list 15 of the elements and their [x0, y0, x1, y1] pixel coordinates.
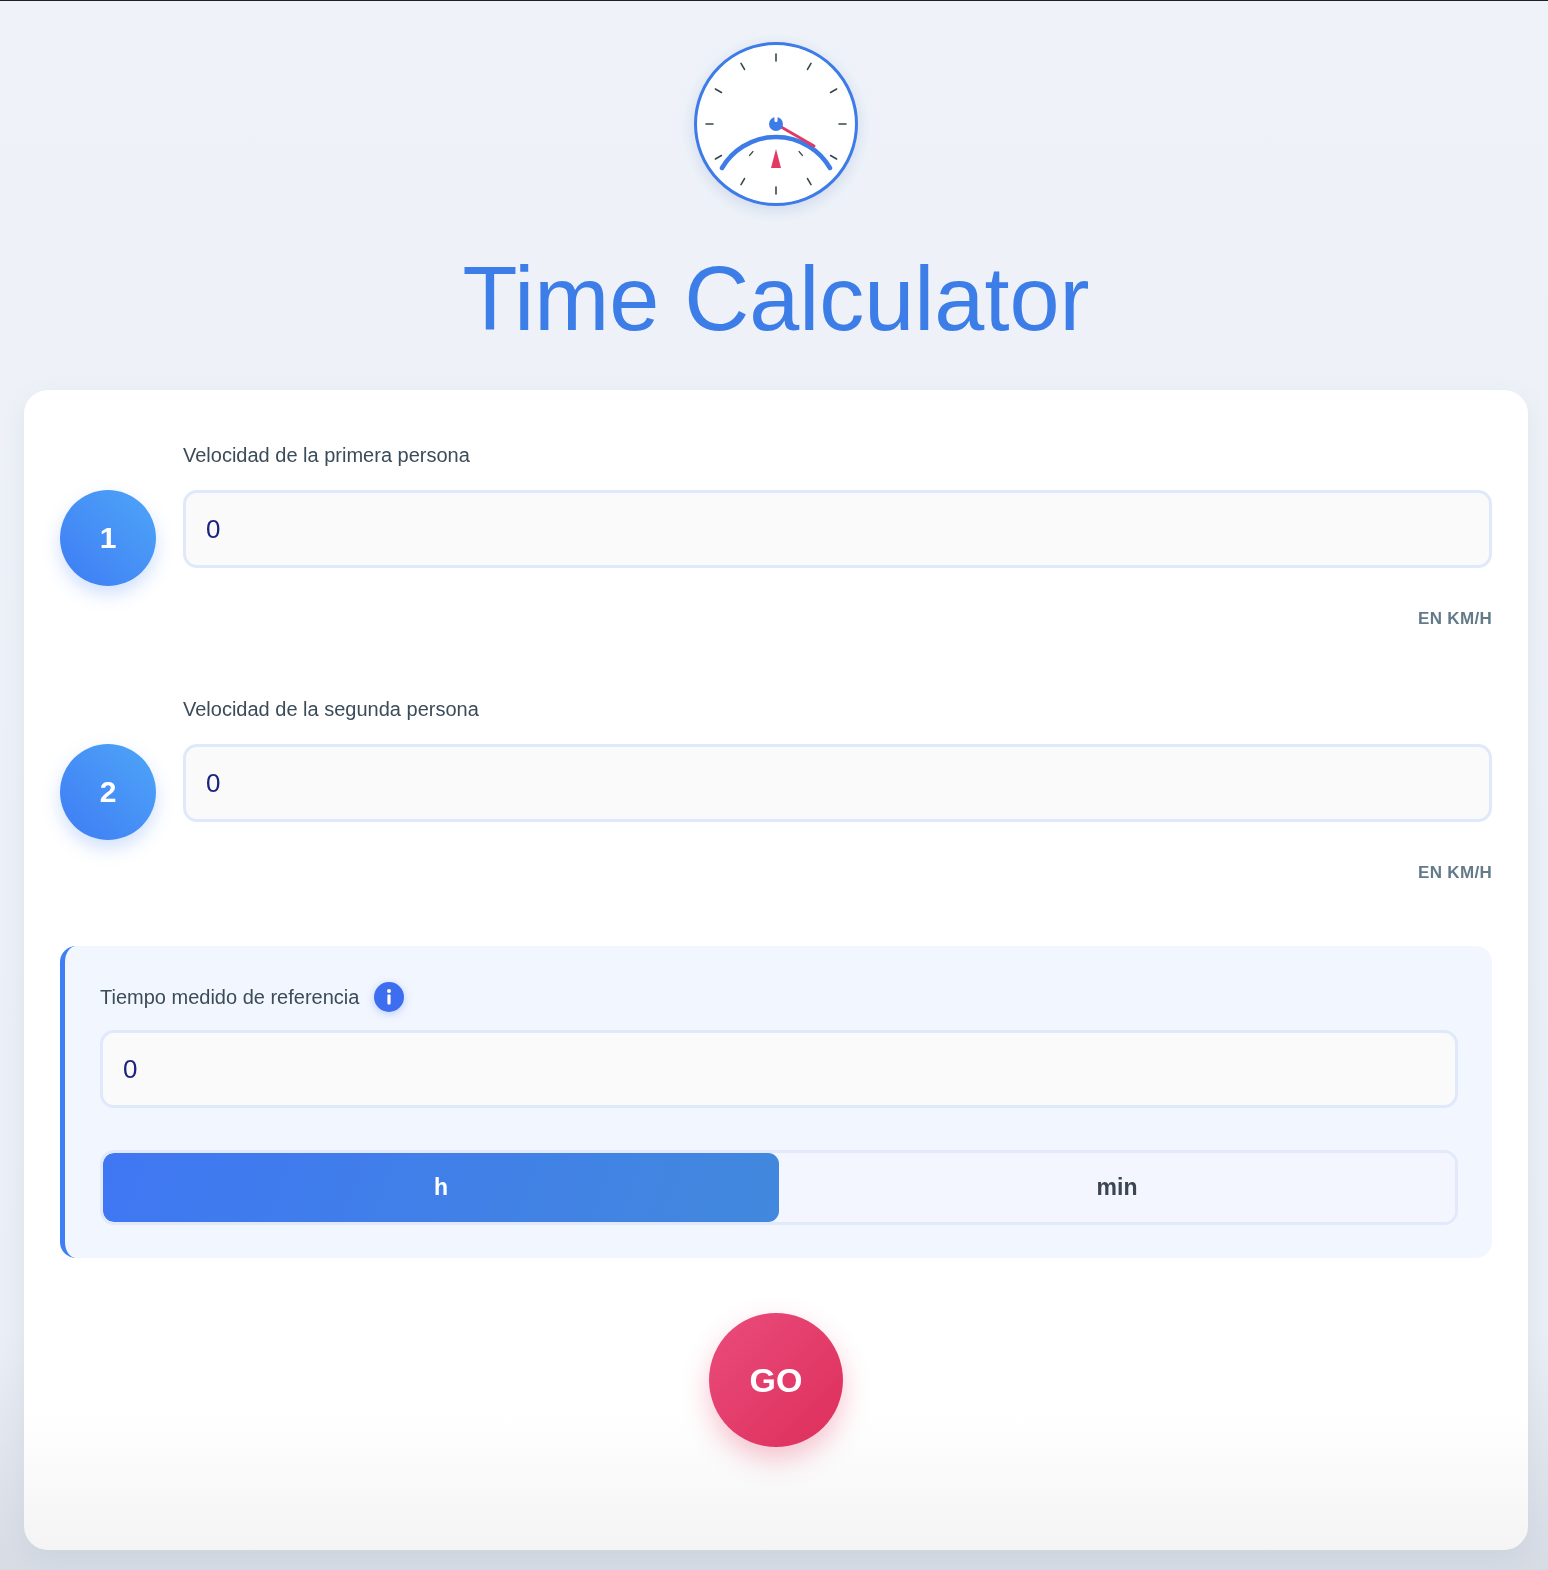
info-icon[interactable] [374, 982, 405, 1012]
field-label: Tiempo medido de referencia [100, 985, 360, 1009]
clock-logo-icon [694, 42, 858, 206]
unit-label: EN KM/H [1418, 863, 1492, 883]
speed-input[interactable]: 0 [183, 744, 1492, 822]
step-number: 1 [60, 490, 156, 586]
unit-option[interactable]: h [103, 1153, 779, 1222]
field-label: Velocidad de la primera persona [183, 443, 471, 467]
field-label: Velocidad de la segunda persona [183, 697, 480, 721]
step-number: 2 [60, 744, 156, 840]
time-input[interactable]: 0 [100, 1030, 1458, 1108]
speed-input[interactable]: 0 [183, 490, 1492, 568]
go-button[interactable]: GO [709, 1313, 843, 1447]
unit-label: EN KM/H [1418, 609, 1492, 629]
app-title: Time Calculator [462, 248, 1090, 351]
